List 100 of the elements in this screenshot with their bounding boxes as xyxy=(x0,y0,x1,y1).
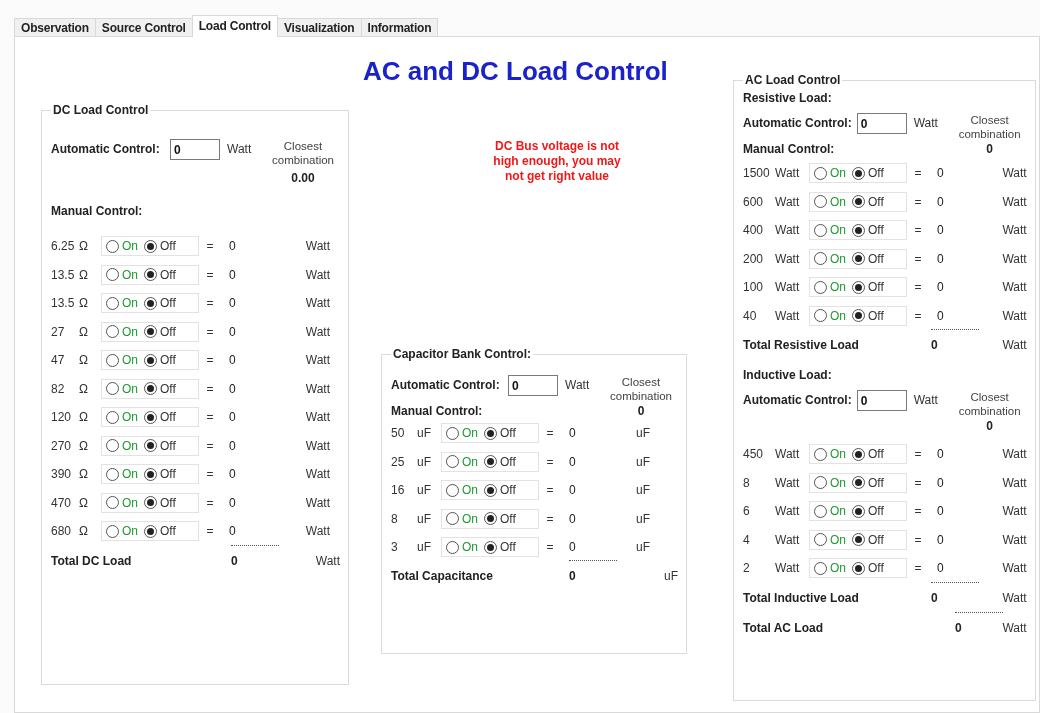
closest-value: 0.00 xyxy=(290,170,316,186)
off-radio[interactable]: Off xyxy=(484,511,516,526)
rating-value: 3 xyxy=(391,540,399,555)
off-radio[interactable]: Off xyxy=(852,447,884,462)
group-title: Capacitor Bank Control: xyxy=(392,347,532,361)
off-radio[interactable]: Off xyxy=(852,194,884,209)
rating-value: 25 xyxy=(391,454,406,469)
off-radio[interactable]: Off xyxy=(852,251,884,266)
on-radio[interactable]: On xyxy=(814,280,846,295)
equals-sign: = xyxy=(545,454,555,469)
input-field[interactable]: 0 xyxy=(170,139,220,160)
rating-unit: uF xyxy=(417,426,431,441)
result-value: 0 xyxy=(568,426,577,441)
off-radio[interactable]: Off xyxy=(484,540,516,555)
unit-label: Watt xyxy=(305,239,331,254)
unit-label: Watt xyxy=(565,377,591,394)
off-radio[interactable]: Off xyxy=(144,353,176,368)
tab[interactable]: Visualization xyxy=(276,18,362,37)
on-radio[interactable]: On xyxy=(814,166,846,181)
off-radio[interactable]: Off xyxy=(852,504,884,519)
tab[interactable]: Information xyxy=(360,18,439,37)
rating-unit: Watt xyxy=(775,447,800,462)
off-radio[interactable]: Off xyxy=(484,483,516,498)
on-radio[interactable]: On xyxy=(106,239,138,254)
on-radio[interactable]: On xyxy=(106,296,138,311)
input-field[interactable]: 0 xyxy=(856,113,907,134)
rating-unit: Watt xyxy=(775,223,800,238)
equals-sign: = xyxy=(545,483,555,498)
unit-label: Watt xyxy=(1002,532,1027,547)
section-heading: Resistive Load: xyxy=(743,90,833,107)
tab[interactable]: Observation xyxy=(14,18,96,37)
on-radio[interactable]: On xyxy=(446,483,478,498)
input-field[interactable]: 0 xyxy=(856,390,907,411)
on-radio[interactable]: On xyxy=(446,540,478,555)
off-radio[interactable]: Off xyxy=(144,467,176,482)
off-radio[interactable]: Off xyxy=(144,296,176,311)
rating-unit: Watt xyxy=(775,194,800,209)
result-value: 0 xyxy=(936,532,945,547)
equals-sign: = xyxy=(205,467,215,482)
unit-label: Watt xyxy=(1002,194,1027,209)
warning-message: DC Bus voltage is not high enough, you may not get right value xyxy=(492,139,622,184)
off-radio[interactable]: Off xyxy=(852,532,884,547)
rating-value: 100 xyxy=(743,280,765,295)
equals-sign: = xyxy=(205,410,215,425)
off-radio[interactable]: Off xyxy=(144,495,176,510)
on-radio[interactable]: On xyxy=(814,447,846,462)
unit-label: Watt xyxy=(305,324,331,339)
closest-label: Closest combination xyxy=(271,139,335,167)
off-radio[interactable]: Off xyxy=(144,324,176,339)
unit-label: Watt xyxy=(305,467,331,482)
tab[interactable]: Source Control xyxy=(94,18,193,37)
on-radio[interactable]: On xyxy=(814,251,846,266)
off-radio[interactable]: Off xyxy=(144,438,176,453)
equals-sign: = xyxy=(205,267,215,282)
on-radio[interactable]: On xyxy=(106,324,138,339)
on-radio[interactable]: On xyxy=(106,467,138,482)
off-radio[interactable]: Off xyxy=(484,454,516,469)
rating-value: 680 xyxy=(51,524,73,539)
off-radio[interactable]: Off xyxy=(852,308,884,323)
unit-label: Watt xyxy=(305,381,331,396)
on-radio[interactable]: On xyxy=(814,532,846,547)
on-radio[interactable]: On xyxy=(814,504,846,519)
on-radio[interactable]: On xyxy=(446,426,478,441)
on-radio[interactable]: On xyxy=(814,223,846,238)
unit-label: Watt xyxy=(913,115,939,132)
on-radio[interactable]: On xyxy=(106,381,138,396)
tab[interactable]: Load Control xyxy=(191,15,278,37)
field-label: Automatic Control: xyxy=(743,392,852,409)
off-radio[interactable]: Off xyxy=(144,524,176,539)
on-radio[interactable]: On xyxy=(106,410,138,425)
on-radio[interactable]: On xyxy=(814,475,846,490)
off-radio[interactable]: Off xyxy=(852,223,884,238)
off-radio[interactable]: Off xyxy=(852,475,884,490)
on-radio[interactable]: On xyxy=(446,454,478,469)
unit-label: Watt xyxy=(1002,223,1027,238)
input-field[interactable]: 0 xyxy=(508,375,558,396)
on-radio[interactable]: On xyxy=(106,267,138,282)
off-radio[interactable]: Off xyxy=(144,267,176,282)
on-radio[interactable]: On xyxy=(446,511,478,526)
rating-unit: Ω xyxy=(79,239,88,254)
rating-unit: Ω xyxy=(79,381,88,396)
off-radio[interactable]: Off xyxy=(144,381,176,396)
on-radio[interactable]: On xyxy=(814,308,846,323)
on-radio[interactable]: On xyxy=(106,438,138,453)
rating-value: 120 xyxy=(51,410,73,425)
off-radio[interactable]: Off xyxy=(852,166,884,181)
off-radio[interactable]: Off xyxy=(852,280,884,295)
off-radio[interactable]: Off xyxy=(144,410,176,425)
on-radio[interactable]: On xyxy=(106,495,138,510)
on-radio[interactable]: On xyxy=(106,353,138,368)
result-value: 0 xyxy=(936,280,945,295)
off-radio[interactable]: Off xyxy=(852,561,884,576)
rating-unit: Ω xyxy=(79,267,88,282)
on-radio[interactable]: On xyxy=(814,561,846,576)
group-title: AC Load Control xyxy=(744,73,842,87)
off-radio[interactable]: Off xyxy=(144,239,176,254)
on-radio[interactable]: On xyxy=(814,194,846,209)
on-radio[interactable]: On xyxy=(106,524,138,539)
off-radio[interactable]: Off xyxy=(484,426,516,441)
equals-sign: = xyxy=(205,438,215,453)
